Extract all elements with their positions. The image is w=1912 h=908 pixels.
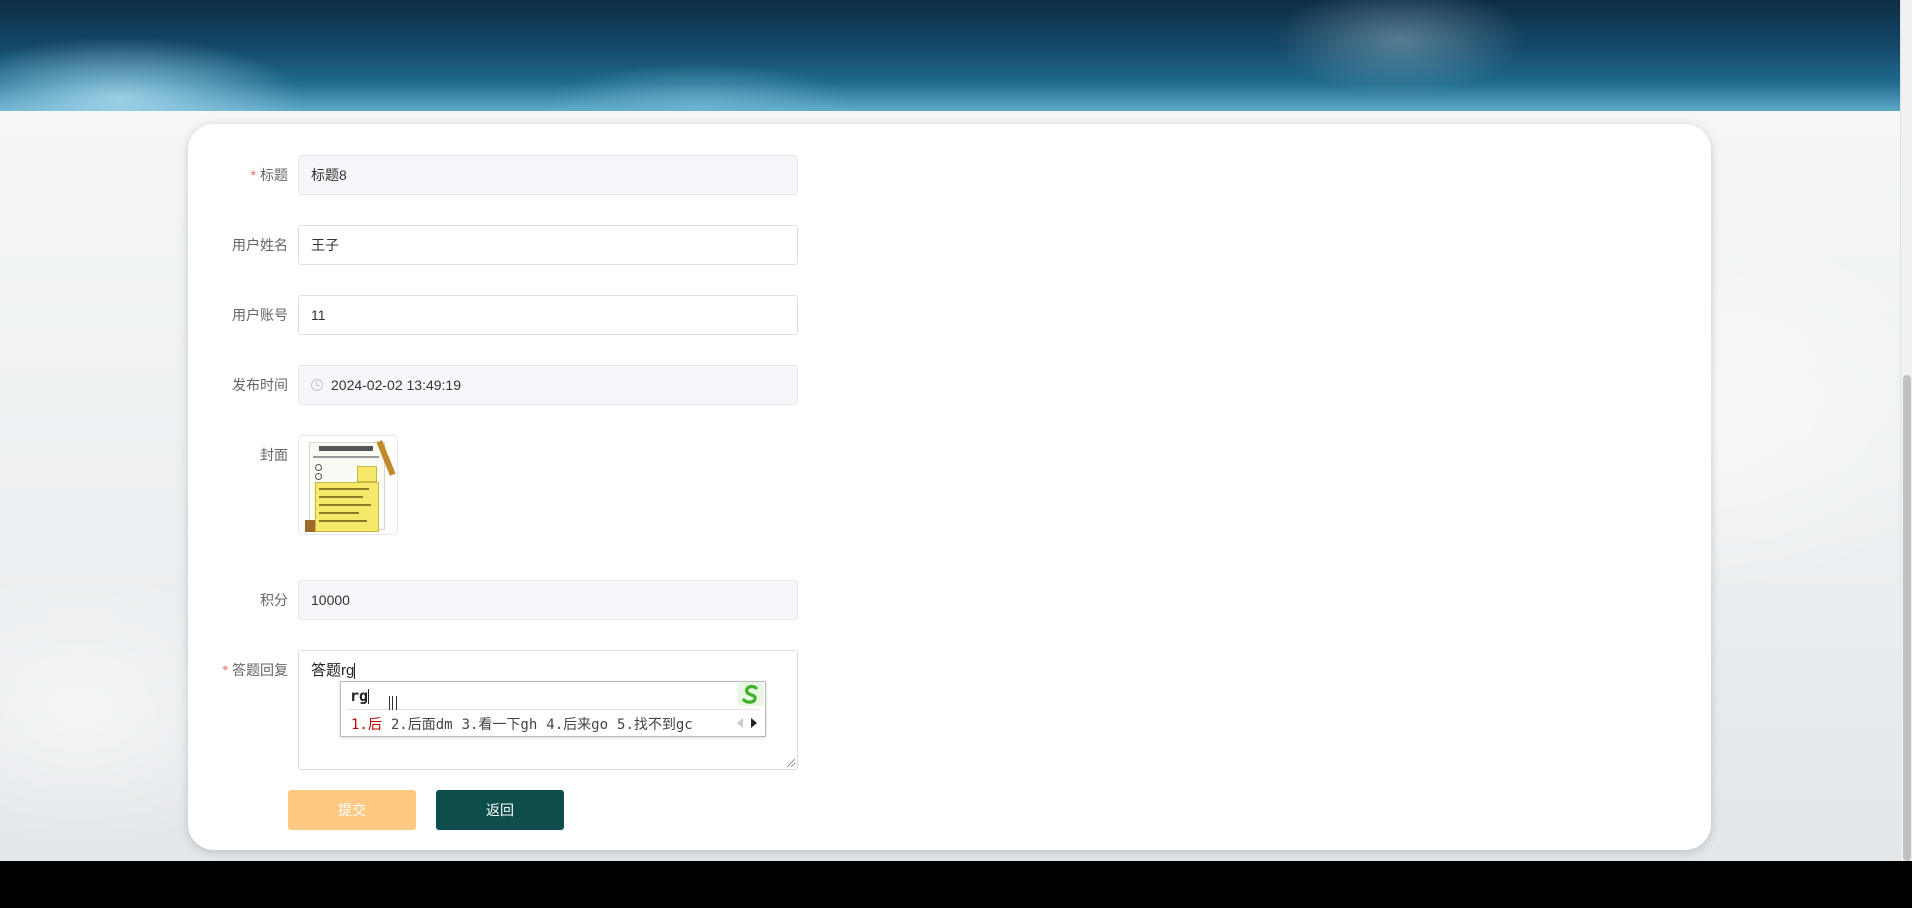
- text-cursor-icon: [389, 696, 397, 710]
- publish-time-value: 2024-02-02 13:49:19: [331, 377, 461, 393]
- cover-image-thumbnail[interactable]: [298, 435, 398, 535]
- required-mark: *: [250, 167, 256, 183]
- sogou-logo-icon: [738, 682, 764, 706]
- points-input[interactable]: 10000: [298, 580, 798, 620]
- page-scrollbar[interactable]: [1900, 0, 1912, 861]
- scroll-ribbon-graphic: [305, 520, 315, 532]
- title-label: * 标题: [250, 167, 288, 183]
- edit-form-card: * 标题 标题8 用户姓名 王子 用户账号 11 发布时间 2024-02-02 …: [188, 124, 1711, 850]
- user-account-label: 用户账号: [232, 307, 288, 323]
- text-caret: [354, 663, 356, 680]
- ime-prev-page-icon[interactable]: [737, 718, 743, 728]
- taskbar-strip: [0, 861, 1912, 908]
- user-account-input[interactable]: 11: [298, 295, 798, 335]
- ime-candidate[interactable]: 4.后来go: [546, 717, 608, 733]
- cover-heading-graphic: [319, 446, 373, 451]
- cover-text-line: [319, 496, 363, 498]
- publish-time-label: 发布时间: [232, 377, 288, 393]
- cover-subline-graphic: [313, 456, 379, 458]
- cover-bullet-graphic: [315, 464, 322, 471]
- ime-caret: [368, 689, 370, 704]
- cover-label: 封面: [260, 447, 288, 463]
- cover-text-line: [319, 504, 371, 506]
- user-name-label: 用户姓名: [232, 237, 288, 253]
- back-button[interactable]: 返回: [436, 790, 564, 830]
- ime-composition: rg: [350, 687, 370, 705]
- required-mark: *: [222, 662, 228, 678]
- answer-reply-label: * 答题回复: [222, 662, 288, 678]
- scrollbar-thumb[interactable]: [1903, 375, 1911, 861]
- ime-next-page-icon[interactable]: [751, 718, 757, 728]
- header-banner-image: [0, 0, 1900, 111]
- ime-candidate[interactable]: 2.后面dm: [391, 717, 453, 733]
- ime-candidate[interactable]: 1.后: [351, 717, 382, 733]
- submit-button[interactable]: 提交: [288, 790, 416, 830]
- cover-note-graphic: [357, 466, 377, 482]
- ime-candidate[interactable]: 5.找不到gc: [617, 717, 693, 733]
- answer-reply-text: 答题rg: [311, 662, 355, 679]
- user-name-input[interactable]: 王子: [298, 225, 798, 265]
- cover-bullet-graphic: [315, 473, 322, 480]
- ime-candidate-window: rg 1.后 2.后面dm 3.看一下gh 4.后来go 5.找不到gc: [340, 681, 766, 737]
- ime-candidate-list: 1.后 2.后面dm 3.看一下gh 4.后来go 5.找不到gc: [351, 714, 702, 734]
- clock-icon: [311, 379, 323, 392]
- cover-text-line: [319, 512, 359, 514]
- ime-divider: [347, 709, 759, 710]
- points-label: 积分: [260, 592, 288, 608]
- cover-text-line: [319, 488, 369, 490]
- ime-candidate[interactable]: 3.看一下gh: [462, 717, 538, 733]
- publish-time-picker[interactable]: 2024-02-02 13:49:19: [298, 365, 798, 405]
- title-input[interactable]: 标题8: [298, 155, 798, 195]
- cover-text-line: [319, 520, 367, 522]
- resize-handle-icon[interactable]: [787, 759, 795, 767]
